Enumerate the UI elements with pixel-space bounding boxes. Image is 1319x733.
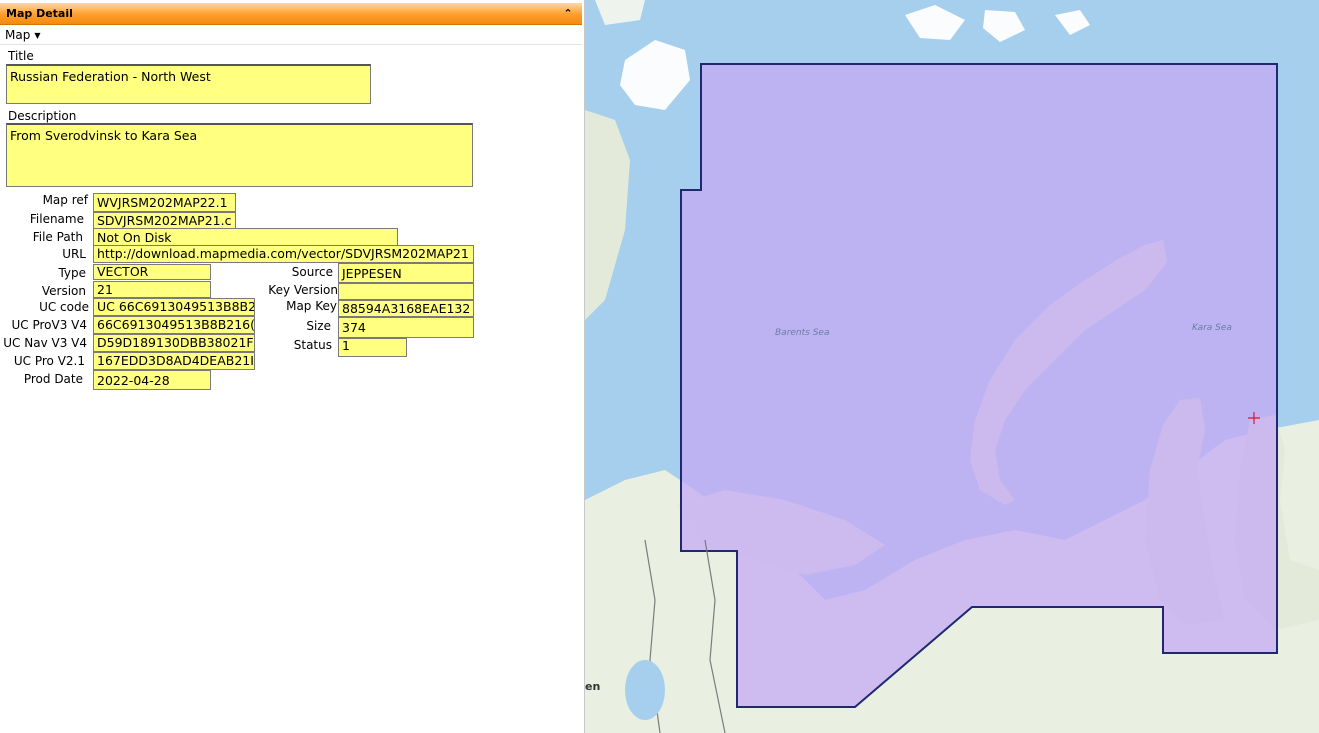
status-field[interactable]: 1 <box>338 338 407 357</box>
chevron-double-up-icon[interactable]: ⌃ <box>560 6 576 22</box>
map-detail-panel: Map Detail ⌃ Map ▼ Title Russian Federat… <box>0 0 585 733</box>
map-menu[interactable]: Map ▼ <box>5 28 40 42</box>
uc-code-field[interactable]: UC 66C6913049513B8B2 <box>93 298 255 316</box>
map-canvas[interactable] <box>585 0 1319 733</box>
type-label: Type <box>58 266 86 280</box>
version-label: Version <box>41 284 86 298</box>
description-field[interactable]: From Sverodvinsk to Kara Sea <box>6 123 473 187</box>
map-menu-label: Map <box>5 28 31 42</box>
key-version-label: Key Version <box>268 283 338 297</box>
source-field[interactable]: JEPPESEN <box>338 263 474 283</box>
file-path-label: File Path <box>32 230 83 244</box>
url-field[interactable]: http://download.mapmedia.com/vector/SDVJ… <box>93 245 474 263</box>
description-label: Description <box>8 109 77 123</box>
filename-label: Filename <box>29 212 84 226</box>
uc-nav-field[interactable]: D59D189130DBB38021F <box>93 334 255 352</box>
title-label: Title <box>8 49 34 63</box>
uc-code-label: UC code <box>39 300 89 314</box>
map-ref-label: Map ref <box>42 193 88 207</box>
map-key-label: Map Key <box>286 299 337 313</box>
size-label: Size <box>306 319 331 333</box>
panel-title: Map Detail <box>6 7 73 20</box>
menu-bar: Map ▼ <box>0 26 582 45</box>
size-field[interactable]: 374 <box>338 317 474 338</box>
kara-sea-label: Kara Sea <box>1192 323 1232 333</box>
type-field[interactable]: VECTOR <box>93 264 211 280</box>
uc-prov3-label: UC ProV3 V4 <box>11 318 87 332</box>
uc-pro-field[interactable]: 167EDD3D8AD4DEAB21I <box>93 352 255 370</box>
status-label: Status <box>293 338 332 352</box>
uc-prov3-field[interactable]: 66C6913049513B8B216( <box>93 316 255 334</box>
lake <box>625 660 665 720</box>
prod-date-field[interactable]: 2022-04-28 <box>93 370 211 390</box>
uc-nav-label: UC Nav V3 V4 <box>3 336 87 350</box>
uc-pro-label: UC Pro V2.1 <box>13 354 85 368</box>
version-field[interactable]: 21 <box>93 281 211 298</box>
title-field[interactable]: Russian Federation - North West <box>6 64 371 104</box>
barents-sea-label: Barents Sea <box>775 328 830 338</box>
key-version-field[interactable] <box>338 283 474 300</box>
dropdown-caret-icon: ▼ <box>34 30 41 40</box>
panel-header: Map Detail ⌃ <box>0 3 582 25</box>
map-key-field[interactable]: 88594A3168EAE132 <box>338 300 474 317</box>
map-ref-field[interactable]: WVJRSM202MAP22.1 <box>93 193 236 212</box>
source-label: Source <box>291 265 333 279</box>
map-edge-label: en <box>585 680 601 693</box>
map-view[interactable]: Barents Sea Kara Sea en <box>585 0 1319 733</box>
url-label: URL <box>62 247 86 261</box>
prod-date-label: Prod Date <box>23 372 83 386</box>
